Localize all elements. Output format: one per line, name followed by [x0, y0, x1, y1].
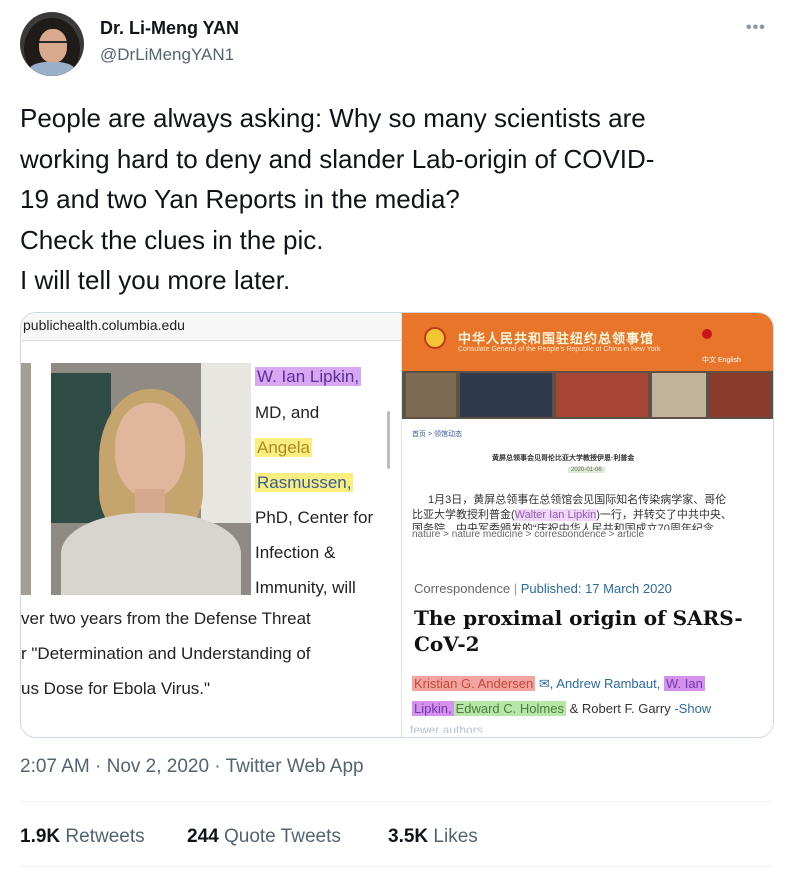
author-name: & Robert F. Garry — [569, 701, 671, 716]
photo-shirt — [61, 513, 241, 595]
consulate-header: 中华人民共和国驻纽约总领事馆 Consulate General of the … — [402, 313, 773, 371]
tweet-line: working hard to deny and slander Lab-ori… — [20, 143, 655, 174]
columbia-screenshot: publichealth.columbia.edu W. Ian Lipkin,… — [21, 313, 401, 737]
avatar-body — [28, 62, 76, 76]
consulate-subtitle: Consulate General of the People's Republ… — [458, 346, 661, 353]
bio-line: ver two years from the Defense Threat — [21, 609, 311, 628]
highlight-lipkin: W. Ian — [663, 676, 705, 691]
consulate-paragraph: 1月3日，黄屏总领事在总领馆会见国际知名传染病学家、哥伦 — [428, 494, 727, 506]
quote-tweets-link[interactable]: 244 Quote Tweets — [187, 826, 341, 848]
author-name[interactable]: Dr. Li-Meng YAN — [100, 18, 239, 39]
faded-text: fewer authors — [410, 723, 483, 733]
article-title: The proximal origin of SARS- CoV-2 — [414, 606, 743, 656]
flag-icon — [702, 329, 712, 339]
likes-link[interactable]: 3.5K Likes — [388, 826, 478, 848]
photo-face — [115, 403, 185, 497]
published-date: Published: 17 March 2020 — [520, 581, 672, 596]
divider — [20, 801, 772, 802]
tweet-meta: 2:07 AM · Nov 2, 2020 · Twitter Web App — [20, 756, 364, 777]
mail-icon: ✉ — [538, 676, 550, 691]
photo-background-door — [201, 363, 251, 523]
tweet-source[interactable]: Twitter Web App — [226, 756, 364, 777]
tweet-line: I will tell you more later. — [20, 265, 291, 295]
tweet-line: 19 and two Yan Reports in the media? — [20, 184, 460, 214]
tweet-line: Check the clues in the pic. — [20, 224, 324, 255]
scrollbar — [387, 411, 390, 469]
consulate-and-nature-screenshot: 中华人民共和国驻纽约总领事馆 Consulate General of the … — [401, 313, 773, 737]
tweet-time[interactable]: 2:07 AM — [20, 756, 90, 777]
language-switch: 中文 English — [702, 357, 741, 364]
bio-line: Immunity, will — [255, 578, 356, 597]
bio-line: MD, and — [255, 403, 320, 422]
nature-breadcrumb: nature > nature medicine > correspondenc… — [412, 529, 645, 537]
tweet-image[interactable]: publichealth.columbia.edu W. Ian Lipkin,… — [20, 312, 774, 738]
show-authors-link: -Show — [674, 701, 712, 716]
highlight-holmes: Edward C. Holmes — [453, 701, 566, 716]
bio-line: Infection & — [255, 543, 336, 562]
breadcrumb: 首页 > 领馆动态 — [412, 431, 462, 438]
retweets-link[interactable]: 1.9K Retweets — [20, 826, 145, 848]
tweet-date[interactable]: Nov 2, 2020 — [107, 756, 209, 777]
photo-strip — [402, 371, 773, 419]
highlight-andersen: Kristian G. Andersen — [412, 676, 536, 691]
author-name: , Andrew Rambaut, — [549, 676, 661, 691]
highlight-rasmussen: Rasmussen, — [255, 473, 354, 492]
highlight-lipkin: W. Ian Lipkin, — [255, 367, 362, 386]
author-handle[interactable]: @DrLiMengYAN1 — [100, 45, 234, 65]
avatar-glasses — [39, 41, 67, 50]
consulate-title: 中华人民共和国驻纽约总领事馆 — [458, 331, 655, 346]
portrait-photo — [51, 363, 251, 595]
consulate-date: 2020-01-06 — [568, 467, 605, 473]
divider — [20, 866, 772, 867]
tweet-line: People are always asking: Why so many sc… — [20, 103, 646, 133]
article-type: Correspondence — [414, 581, 511, 596]
bio-line: us Dose for Ebola Virus." — [21, 679, 211, 698]
national-emblem-icon — [424, 327, 446, 349]
photo-edge — [21, 363, 31, 595]
bio-line: PhD, Center for — [255, 508, 374, 527]
bio-line: r "Determination and Understanding of — [21, 644, 311, 663]
url-bar: publichealth.columbia.edu — [21, 313, 401, 341]
more-horizontal-icon[interactable]: ••• — [746, 19, 766, 37]
article-type-line: Correspondence | Published: 17 March 202… — [414, 581, 672, 596]
highlight-angela: Angela — [255, 438, 312, 457]
avatar[interactable] — [20, 12, 84, 76]
consulate-headline: 黄屏总领事会见哥伦比亚大学教授伊恩·利普金 — [492, 455, 635, 462]
highlight-lipkin: Lipkin, — [412, 701, 454, 716]
tweet-text: People are always asking: Why so many sc… — [20, 98, 775, 301]
